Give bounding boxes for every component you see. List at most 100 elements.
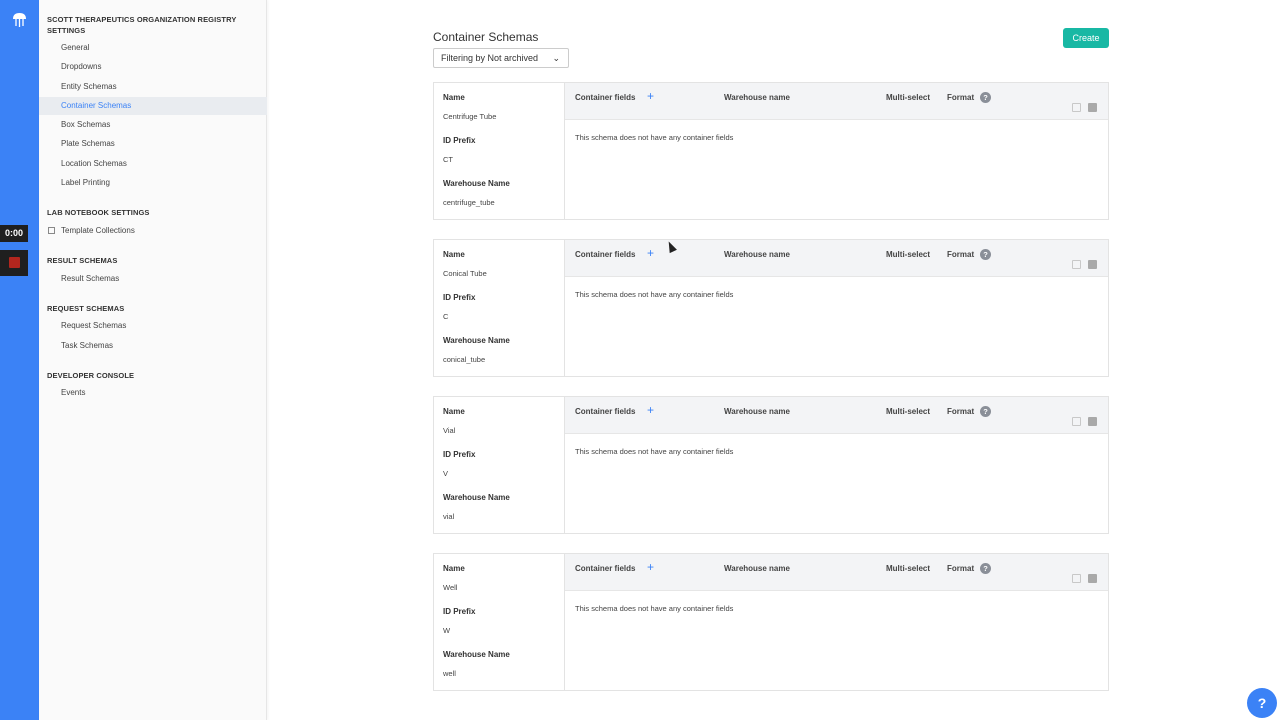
sidebar-item-template-collections[interactable]: Template Collections xyxy=(39,222,267,240)
schema-name: Well xyxy=(443,583,458,592)
plus-icon[interactable]: + xyxy=(647,89,654,103)
warehouse-name-label: Warehouse Name xyxy=(443,493,510,502)
sidebar-item-box-schemas[interactable]: Box Schemas xyxy=(39,116,267,134)
recording-timer: 0:00 xyxy=(0,225,28,242)
sidebar-item-request-schemas[interactable]: Request Schemas xyxy=(39,317,267,335)
format-header: Format xyxy=(947,407,975,416)
multi-select-header: Multi-select xyxy=(886,564,931,573)
create-button[interactable]: Create xyxy=(1063,28,1109,48)
sidebar-item-result-schemas[interactable]: Result Schemas xyxy=(39,270,267,288)
stop-icon xyxy=(9,257,20,268)
template-icon xyxy=(48,227,55,234)
sidebar-item-location-schemas[interactable]: Location Schemas xyxy=(39,155,267,173)
archive-icon[interactable] xyxy=(1088,417,1097,426)
warehouse-name-header: Warehouse name xyxy=(724,93,790,102)
id-prefix-label: ID Prefix xyxy=(443,136,476,145)
empty-fields-message: This schema does not have any container … xyxy=(575,447,734,456)
schema-card: Name Vial ID Prefix V Warehouse Name via… xyxy=(433,396,1109,534)
schema-warehouse-name: well xyxy=(443,669,456,678)
fields-header: Container fields + Warehouse name Multi-… xyxy=(565,554,1108,591)
archive-icon[interactable] xyxy=(1088,574,1097,583)
question-icon[interactable]: ? xyxy=(980,92,991,103)
stop-recording-button[interactable] xyxy=(0,250,28,276)
empty-fields-message: This schema does not have any container … xyxy=(575,290,734,299)
chevron-down-icon: ⌄ xyxy=(552,53,560,63)
sidebar-item-container-schemas[interactable]: Container Schemas xyxy=(39,97,267,115)
lab-notebook-heading: LAB NOTEBOOK SETTINGS xyxy=(47,208,150,217)
warehouse-name-label: Warehouse Name xyxy=(443,650,510,659)
name-label: Name xyxy=(443,564,465,573)
filter-label: Filtering by Not archived xyxy=(441,53,539,63)
schema-card: Name Well ID Prefix W Warehouse Name wel… xyxy=(433,553,1109,691)
sidebar-item-task-schemas[interactable]: Task Schemas xyxy=(39,337,267,355)
sidebar-item-plate-schemas[interactable]: Plate Schemas xyxy=(39,135,267,153)
warehouse-name-header: Warehouse name xyxy=(724,407,790,416)
empty-fields-message: This schema does not have any container … xyxy=(575,604,734,613)
plus-icon[interactable]: + xyxy=(647,560,654,574)
schema-info: Name Vial ID Prefix V Warehouse Name via… xyxy=(434,397,565,533)
warehouse-name-header: Warehouse name xyxy=(724,250,790,259)
fields-header: Container fields + Warehouse name Multi-… xyxy=(565,397,1108,434)
container-fields-header: Container fields xyxy=(575,564,636,573)
archive-filter-dropdown[interactable]: Filtering by Not archived ⌄ xyxy=(433,48,569,68)
schema-info: Name Conical Tube ID Prefix C Warehouse … xyxy=(434,240,565,376)
schema-info: Name Centrifuge Tube ID Prefix CT Wareho… xyxy=(434,83,565,219)
name-label: Name xyxy=(443,250,465,259)
container-fields-header: Container fields xyxy=(575,93,636,102)
format-header: Format xyxy=(947,564,975,573)
copy-icon[interactable] xyxy=(1072,260,1081,269)
warehouse-name-label: Warehouse Name xyxy=(443,336,510,345)
plus-icon[interactable]: + xyxy=(647,246,654,260)
empty-fields-message: This schema does not have any container … xyxy=(575,133,734,142)
id-prefix-label: ID Prefix xyxy=(443,293,476,302)
id-prefix-label: ID Prefix xyxy=(443,450,476,459)
help-button[interactable]: ? xyxy=(1247,688,1277,718)
main-content: Container Schemas Filtering by Not archi… xyxy=(268,0,1280,720)
archive-icon[interactable] xyxy=(1088,260,1097,269)
schema-card: Name Centrifuge Tube ID Prefix CT Wareho… xyxy=(433,82,1109,220)
warehouse-name-label: Warehouse Name xyxy=(443,179,510,188)
sidebar-item-general[interactable]: General xyxy=(39,39,267,57)
container-fields-header: Container fields xyxy=(575,250,636,259)
schema-name: Centrifuge Tube xyxy=(443,112,497,121)
format-header: Format xyxy=(947,250,975,259)
container-fields-header: Container fields xyxy=(575,407,636,416)
schema-warehouse-name: conical_tube xyxy=(443,355,486,364)
name-label: Name xyxy=(443,93,465,102)
sidebar-item-label: Template Collections xyxy=(61,226,135,235)
schema-warehouse-name: vial xyxy=(443,512,455,521)
jellyfish-logo-icon[interactable] xyxy=(11,11,28,28)
id-prefix-label: ID Prefix xyxy=(443,607,476,616)
multi-select-header: Multi-select xyxy=(886,93,931,102)
sidebar-item-label-printing[interactable]: Label Printing xyxy=(39,174,267,192)
multi-select-header: Multi-select xyxy=(886,250,931,259)
schema-id-prefix: V xyxy=(443,469,449,478)
format-header: Format xyxy=(947,93,975,102)
page-title: Container Schemas xyxy=(433,30,539,44)
archive-icon[interactable] xyxy=(1088,103,1097,112)
schema-id-prefix: C xyxy=(443,312,449,321)
copy-icon[interactable] xyxy=(1072,417,1081,426)
developer-console-heading: DEVELOPER CONSOLE xyxy=(47,371,135,380)
schema-info: Name Well ID Prefix W Warehouse Name wel… xyxy=(434,554,565,690)
sidebar-item-dropdowns[interactable]: Dropdowns xyxy=(39,58,267,76)
schema-id-prefix: CT xyxy=(443,155,453,164)
warehouse-name-header: Warehouse name xyxy=(724,564,790,573)
sidebar-item-events[interactable]: Events xyxy=(39,384,267,402)
app-rail xyxy=(0,0,39,720)
multi-select-header: Multi-select xyxy=(886,407,931,416)
request-schemas-heading: REQUEST SCHEMAS xyxy=(47,304,125,313)
question-icon[interactable]: ? xyxy=(980,249,991,260)
schema-card: Name Conical Tube ID Prefix C Warehouse … xyxy=(433,239,1109,377)
copy-icon[interactable] xyxy=(1072,103,1081,112)
settings-sidebar: SCOTT THERAPEUTICS ORGANIZATION REGISTRY… xyxy=(39,0,267,720)
result-schemas-heading: RESULT SCHEMAS xyxy=(47,256,118,265)
copy-icon[interactable] xyxy=(1072,574,1081,583)
schema-id-prefix: W xyxy=(443,626,451,635)
schema-warehouse-name: centrifuge_tube xyxy=(443,198,495,207)
sidebar-title: SCOTT THERAPEUTICS ORGANIZATION REGISTRY… xyxy=(47,15,237,35)
sidebar-item-entity-schemas[interactable]: Entity Schemas xyxy=(39,78,267,96)
question-icon[interactable]: ? xyxy=(980,406,991,417)
question-icon[interactable]: ? xyxy=(980,563,991,574)
plus-icon[interactable]: + xyxy=(647,403,654,417)
